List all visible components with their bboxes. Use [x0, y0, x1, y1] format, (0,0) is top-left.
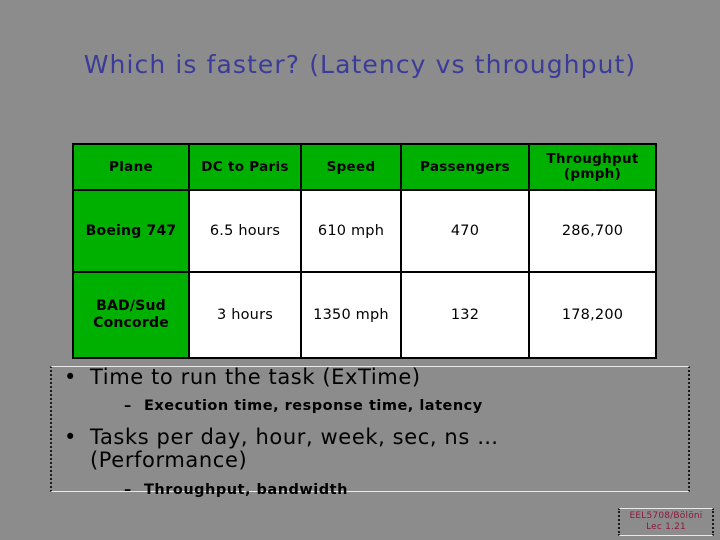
footer-course-label: EEL5708/Bölöni	[629, 511, 703, 521]
column-header-speed: Speed	[300, 143, 402, 191]
cell-throughput-0: 286,700	[528, 189, 657, 273]
bullet-label-extime: Time to run the task (ExTime)	[90, 365, 421, 389]
subbullet-label-throughput: Throughput, bandwidth	[144, 481, 348, 498]
table-row: BAD/Sud Concorde 3 hours 1350 mph 132 17…	[72, 271, 657, 359]
dash-icon: –	[124, 397, 132, 414]
column-header-throughput: Throughput (pmph)	[528, 143, 657, 191]
cell-plane-1-line2: Concorde	[93, 315, 169, 331]
cell-throughput-1: 178,200	[528, 271, 657, 359]
cell-speed-1: 1350 mph	[300, 271, 402, 359]
slide-canvas: Which is faster? (Latency vs throughput)…	[0, 0, 720, 540]
bullet-item-extime: • Time to run the task (ExTime)	[52, 365, 700, 390]
subbullet-item-latency: – Execution time, response time, latency	[52, 398, 700, 415]
table-row: Boeing 747 6.5 hours 610 mph 470 286,700	[72, 189, 657, 273]
bullet-dot-icon: •	[64, 365, 77, 389]
cell-dc-to-paris-1: 3 hours	[188, 271, 302, 359]
cell-dc-to-paris-0: 6.5 hours	[188, 189, 302, 273]
page-title: Which is faster? (Latency vs throughput)	[83, 50, 637, 79]
body-text-block: • Time to run the task (ExTime) – Execut…	[52, 365, 700, 516]
dash-icon: –	[124, 481, 132, 498]
cell-plane-0: Boeing 747	[72, 189, 190, 273]
cell-plane-1: BAD/Sud Concorde	[72, 271, 190, 359]
comparison-table: Plane DC to Paris Speed Passengers Throu…	[72, 143, 657, 359]
bullet-item-performance: • Tasks per day, hour, week, sec, ns … (…	[52, 424, 700, 473]
bullet-dot-icon: •	[64, 424, 77, 449]
slide-footer[interactable]: EEL5708/Bölöni Lec 1.21	[618, 508, 714, 536]
cell-speed-0: 610 mph	[300, 189, 402, 273]
footer-lecture-label: Lec 1.21	[646, 522, 686, 533]
cell-passengers-1: 132	[400, 271, 530, 359]
bullet-label-performance-line2: (Performance)	[90, 448, 248, 473]
subbullet-item-throughput: – Throughput, bandwidth	[52, 482, 700, 499]
bullet-label-performance-line1: Tasks per day, hour, week, sec, ns …	[90, 424, 499, 449]
subbullet-label-latency: Execution time, response time, latency	[144, 397, 483, 414]
column-header-dc-to-paris: DC to Paris	[188, 143, 302, 191]
cell-plane-1-line1: BAD/Sud	[96, 298, 166, 315]
column-header-plane: Plane	[72, 143, 190, 191]
column-header-passengers: Passengers	[400, 143, 530, 191]
column-header-throughput-line2: (pmph)	[563, 166, 622, 182]
table-header-row: Plane DC to Paris Speed Passengers Throu…	[72, 143, 657, 191]
cell-passengers-0: 470	[400, 189, 530, 273]
